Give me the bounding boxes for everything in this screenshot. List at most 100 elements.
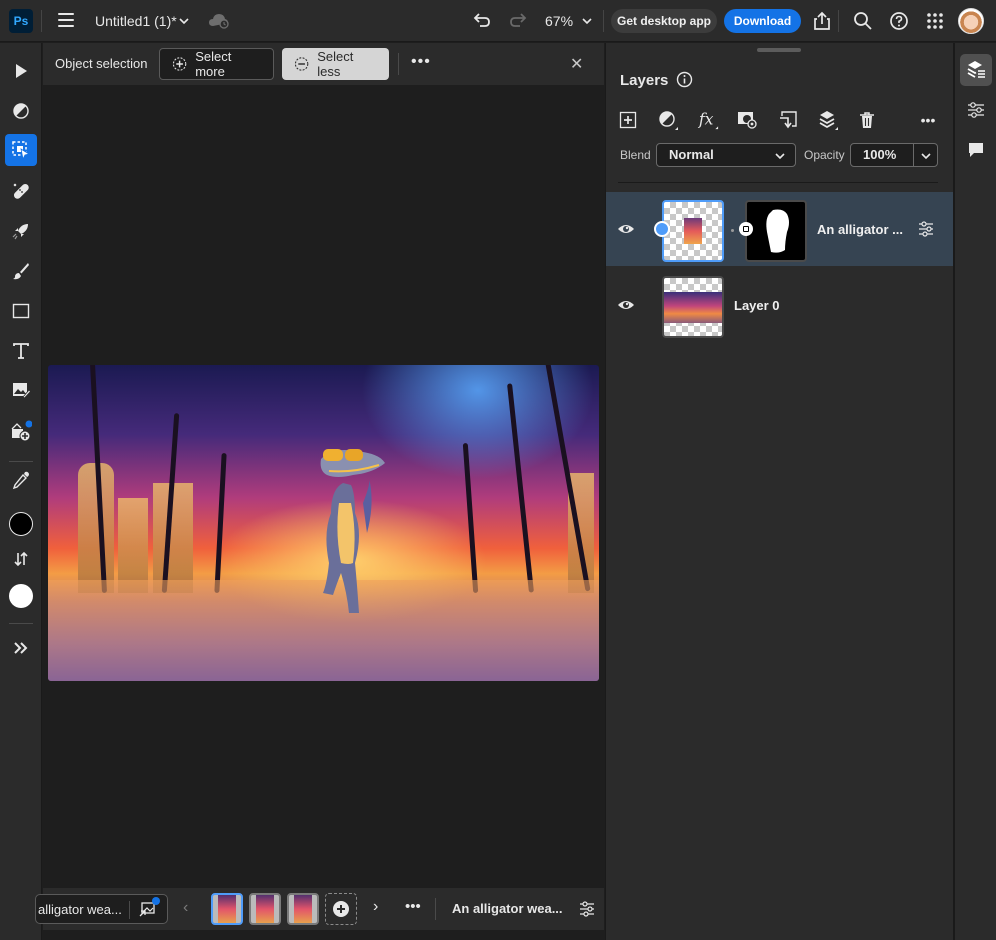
- layer-thumbnail-image: [684, 218, 702, 244]
- generate-more-button[interactable]: [325, 893, 357, 925]
- prompt-text[interactable]: alligator wea...: [38, 902, 122, 917]
- zoom-level[interactable]: 67%: [545, 13, 573, 29]
- layer-row[interactable]: An alligator ...: [606, 192, 953, 266]
- divider: [618, 182, 938, 183]
- quick-actions-tool[interactable]: [5, 215, 37, 247]
- divider: [603, 10, 604, 32]
- select-less-label: Select less: [317, 49, 354, 79]
- undo-icon[interactable]: [472, 11, 492, 31]
- help-icon[interactable]: [888, 10, 910, 32]
- trash-icon: [860, 112, 874, 128]
- place-image-tool[interactable]: [5, 374, 37, 406]
- menu-icon[interactable]: [58, 13, 74, 27]
- variation-thumbnail-3[interactable]: [287, 893, 319, 925]
- mask-shape: [766, 209, 789, 253]
- layer-properties-icon[interactable]: [917, 220, 935, 238]
- adjustment-layer-button[interactable]: [657, 109, 679, 131]
- layer-thumbnail[interactable]: [662, 200, 724, 262]
- tool-name-label: Object selection: [55, 56, 148, 71]
- apps-grid-icon[interactable]: [924, 10, 946, 32]
- select-more-button[interactable]: Select more: [159, 48, 274, 80]
- eyedropper-tool[interactable]: [5, 464, 37, 496]
- double-chevron-right-icon: [14, 642, 28, 654]
- avatar[interactable]: [958, 8, 984, 34]
- healing-tool[interactable]: [5, 175, 37, 207]
- divider: [129, 901, 130, 919]
- brush-icon: [13, 263, 29, 280]
- more-options-button[interactable]: •••: [405, 898, 421, 915]
- blend-mode-value: Normal: [669, 147, 714, 162]
- comment-icon: [969, 143, 983, 157]
- variation-thumbnail-1[interactable]: [211, 893, 243, 925]
- clipping-mask-button[interactable]: [777, 109, 799, 131]
- tool-options-bar: Object selection Select more Select less…: [43, 43, 604, 85]
- tools-toolbar: [0, 43, 42, 940]
- layer-thumbnail[interactable]: [662, 276, 724, 338]
- add-mask-button[interactable]: [737, 109, 759, 131]
- divider: [838, 10, 839, 32]
- select-more-label: Select more: [195, 49, 232, 79]
- share-icon[interactable]: [811, 10, 833, 32]
- brush-tool[interactable]: [5, 255, 37, 287]
- info-icon[interactable]: [676, 71, 693, 88]
- close-options-button[interactable]: ✕: [570, 54, 583, 74]
- more-options-button[interactable]: •••: [411, 53, 431, 71]
- generative-fill-tool[interactable]: [5, 415, 37, 447]
- download-button[interactable]: Download: [724, 9, 801, 33]
- previous-variation-button[interactable]: ‹: [183, 899, 188, 917]
- get-desktop-app-button[interactable]: Get desktop app: [611, 9, 717, 33]
- layers-panel-button[interactable]: [960, 54, 992, 86]
- move-tool[interactable]: [5, 55, 37, 87]
- image-edit-icon: [13, 383, 31, 399]
- select-less-button[interactable]: Select less: [282, 48, 389, 80]
- divider: [913, 144, 914, 166]
- mask-link-icon[interactable]: [739, 222, 753, 236]
- chevron-down-icon: [775, 153, 785, 160]
- visibility-eye-icon[interactable]: [617, 221, 635, 237]
- opacity-value[interactable]: 100%: [863, 147, 896, 162]
- chevron-down-icon[interactable]: [921, 151, 931, 161]
- type-tool[interactable]: [5, 335, 37, 367]
- comments-panel-button[interactable]: [960, 134, 992, 166]
- blend-mode-select[interactable]: Normal: [656, 143, 796, 167]
- adjustments-panel-button[interactable]: [960, 94, 992, 126]
- object-selection-tool[interactable]: [5, 134, 37, 166]
- next-variation-button[interactable]: ›: [373, 898, 378, 916]
- add-layer-button[interactable]: [617, 109, 639, 131]
- top-bar: Ps Untitled1 (1)* 67% Get desktop app Do…: [0, 0, 996, 42]
- layer-arrange-button[interactable]: [817, 109, 839, 131]
- photoshop-logo[interactable]: Ps: [9, 9, 33, 33]
- chevron-down-icon[interactable]: [582, 16, 592, 26]
- search-icon[interactable]: [852, 10, 874, 32]
- link-icon[interactable]: [654, 221, 670, 237]
- visibility-eye-icon[interactable]: [617, 297, 635, 313]
- cloud-sync-icon[interactable]: [208, 11, 230, 29]
- chevron-down-icon[interactable]: [179, 16, 189, 26]
- foreground-color-swatch[interactable]: [9, 512, 33, 536]
- opacity-field[interactable]: 100%: [850, 143, 938, 167]
- text-icon: [13, 343, 29, 359]
- shape-tool[interactable]: [5, 295, 37, 327]
- background-color-swatch[interactable]: [9, 584, 33, 608]
- redo-icon: [510, 13, 527, 27]
- swap-colors-icon[interactable]: [13, 551, 29, 567]
- panel-more-button[interactable]: •••: [917, 109, 939, 131]
- expand-toolbar-button[interactable]: [5, 632, 37, 664]
- divider: [9, 461, 33, 462]
- prompt-box[interactable]: alligator wea...: [35, 894, 168, 924]
- adjust-tool[interactable]: [5, 95, 37, 127]
- layer-name[interactable]: An alligator ...: [817, 222, 903, 237]
- layer-row[interactable]: Layer 0: [606, 268, 953, 342]
- canvas-artwork[interactable]: [48, 365, 599, 681]
- blend-label: Blend: [620, 148, 651, 162]
- mask-thumbnail[interactable]: [745, 200, 807, 262]
- layer-effects-button[interactable]: fx: [697, 109, 719, 131]
- delete-layer-button[interactable]: [856, 109, 878, 131]
- eyedropper-icon: [12, 471, 29, 490]
- layer-name[interactable]: Layer 0: [734, 298, 780, 313]
- panel-drag-handle[interactable]: [757, 48, 801, 52]
- variation-thumbnail-2[interactable]: [249, 893, 281, 925]
- document-title[interactable]: Untitled1 (1)*: [95, 13, 177, 29]
- canvas-area[interactable]: [43, 85, 604, 887]
- settings-sliders-icon[interactable]: [578, 900, 596, 918]
